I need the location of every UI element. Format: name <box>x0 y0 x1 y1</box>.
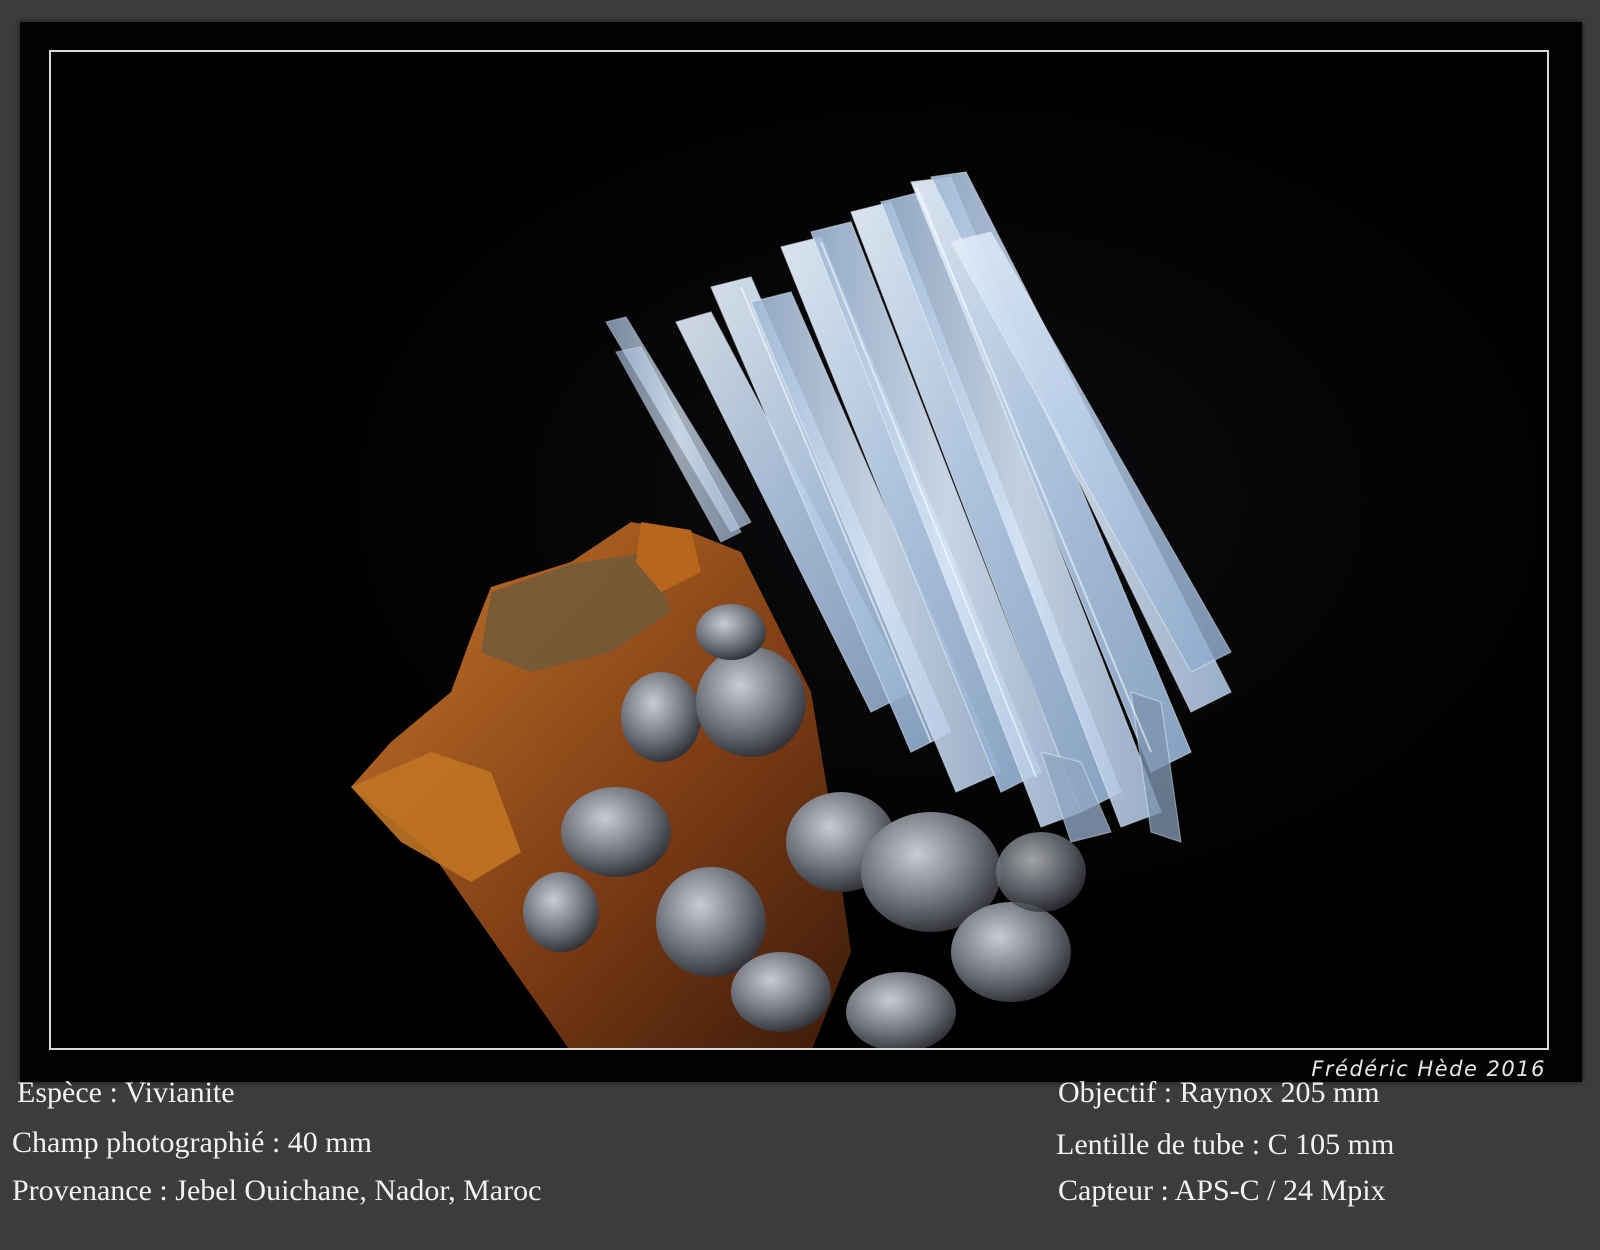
caption-tube-lens: Lentille de tube : C 105 mm <box>1056 1128 1395 1161</box>
caption-objective: Objectif : Raynox 205 mm <box>1058 1076 1380 1109</box>
specimen-photo <box>49 50 1549 1050</box>
photo-panel: Frédéric Hède 2016 <box>20 22 1582 1082</box>
caption-sensor: Capteur : APS-C / 24 Mpix <box>1058 1174 1386 1207</box>
caption-field-of-view: Champ photographié : 40 mm <box>12 1126 372 1159</box>
caption-provenance: Provenance : Jebel Ouichane, Nador, Maro… <box>12 1174 542 1207</box>
caption-species: Espèce : Vivianite <box>17 1076 235 1109</box>
crystal-illustration <box>51 52 1547 1048</box>
photo-card: Frédéric Hède 2016 Espèce : Vivianite Ch… <box>0 0 1600 1250</box>
